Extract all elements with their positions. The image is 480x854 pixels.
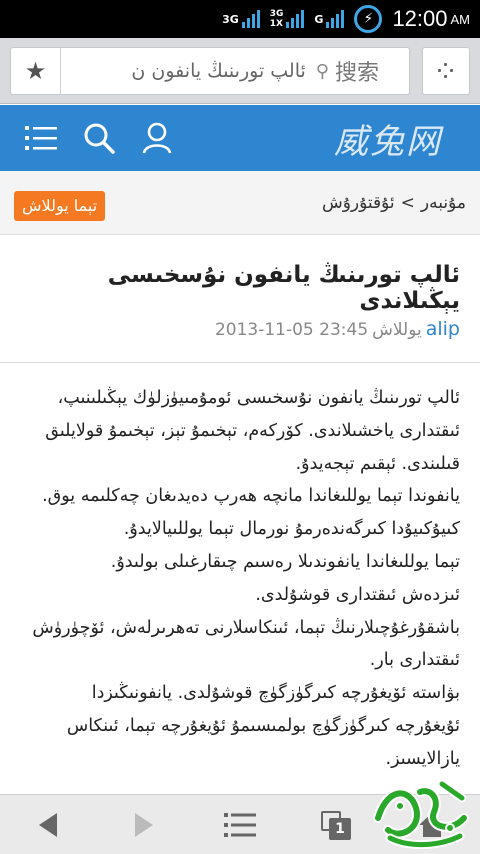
star-icon[interactable]: ★: [11, 48, 61, 94]
site-header: 威兔网: [0, 105, 480, 171]
search-label: 搜索: [334, 61, 379, 86]
post-body-line: بۋاستە ئۆيغۇرچە كىرگۈزگۈچ قوشۇلدى. يانفو…: [91, 683, 460, 704]
forward-arrow-icon[interactable]: [96, 795, 192, 854]
post-body-line: ئىقتدارى ياخشىلاندى. كۆركەم، تېخىمۇ تېز،…: [45, 420, 460, 441]
breadcrumb-separator: >: [400, 193, 415, 213]
post-body-line: ئىزدەش ئىقتدارى قوشۇلدى.: [255, 584, 460, 605]
post-date: 2013-11-05 23:45: [214, 320, 369, 340]
divider: [0, 362, 480, 363]
post-body-line: تېما يوللىغاندا يانفوندىلا رەسىم چىقارغى…: [110, 551, 460, 572]
post-body-line: ئالپ تورىنىڭ يانفون نۇسخىسى ئومۇمىيۈزلۈك…: [57, 388, 460, 408]
post-author[interactable]: alip: [426, 318, 460, 340]
menu-icon[interactable]: [192, 795, 288, 854]
post-body-line: ئىقتدارى بار.: [369, 650, 460, 671]
back-arrow-icon[interactable]: [0, 795, 96, 854]
watermark-logo: [370, 778, 470, 850]
post-body-line: قىلىندى. ئېقىم تېجەيدۇ.: [295, 453, 460, 474]
search-icon[interactable]: [70, 105, 128, 171]
browser-toolbar: ★ ئالپ تورىنىڭ يانفون ن ⚲ 搜索: [0, 38, 480, 104]
breadcrumb-home[interactable]: مۇنبەر: [421, 193, 466, 213]
clock: 12:00 AM: [392, 6, 470, 31]
signal-icon: [286, 10, 305, 28]
network-indicator-g: G: [314, 10, 345, 28]
post-body-line: ئۇيغۇرچە كىرگۈزگۈچ بولمىسىمۇ ئۇيغۇرچە تې…: [66, 715, 460, 736]
post-body: ئالپ تورىنىڭ يانفون نۇسخىسى ئومۇمىيۈزلۈك…: [20, 382, 460, 792]
posted-label: يوللاش: [372, 320, 422, 340]
post-topic-button[interactable]: تېما يوللاش: [14, 191, 106, 221]
post-body-line: يازالايسىز.: [385, 748, 460, 769]
breadcrumb-section[interactable]: ئۇقتۇرۇش: [322, 193, 395, 213]
post-body-line: يانفوندا تېما يوللىغاندا مانچە ھەرپ دەيد…: [42, 486, 460, 507]
signal-icon: [326, 10, 345, 28]
search-icon: ⚲: [315, 60, 329, 82]
user-icon[interactable]: [128, 105, 186, 171]
search-shortcut[interactable]: ⚲ 搜索: [316, 55, 409, 87]
status-bar: 3G 3G 1X G ⚡ 12:00 AM: [0, 0, 480, 38]
tabs-icon: 1: [321, 810, 351, 840]
list-icon[interactable]: [12, 105, 70, 171]
address-bar[interactable]: ★ ئالپ تورىنىڭ يانفون ن ⚲ 搜索: [10, 47, 410, 95]
breadcrumb: مۇنبەر >ئۇقتۇرۇش: [322, 193, 466, 213]
browser-menu-button[interactable]: [422, 47, 470, 95]
site-logo[interactable]: 威兔网: [334, 114, 442, 163]
post-title: ئالپ تورىنىڭ يانفون نۇسخىسى يېڭىلاندى: [107, 262, 460, 314]
breadcrumb-bar: تېما يوللاش مۇنبەر >ئۇقتۇرۇش: [0, 171, 480, 235]
grid-dots-icon: [438, 63, 454, 79]
network-indicator-3g: 3G: [222, 10, 260, 28]
post-meta: alipيوللاش2013-11-05 23:45: [215, 318, 460, 340]
network-indicator-3g-1x: 3G 1X: [270, 9, 305, 29]
signal-icon: [241, 10, 260, 28]
post-body-line: باشقۇرغۇچىلارنىڭ تېما، ئىنكاسلارنى تەھرى…: [32, 617, 460, 638]
url-text[interactable]: ئالپ تورىنىڭ يانفون ن: [61, 60, 316, 82]
post-body-line: كىيۇكىيۇدا كىرگەندەرمۇ نورمال تېما يوللى…: [123, 519, 460, 540]
tab-count: 1: [329, 817, 351, 840]
battery-charging-icon: ⚡: [354, 5, 383, 33]
